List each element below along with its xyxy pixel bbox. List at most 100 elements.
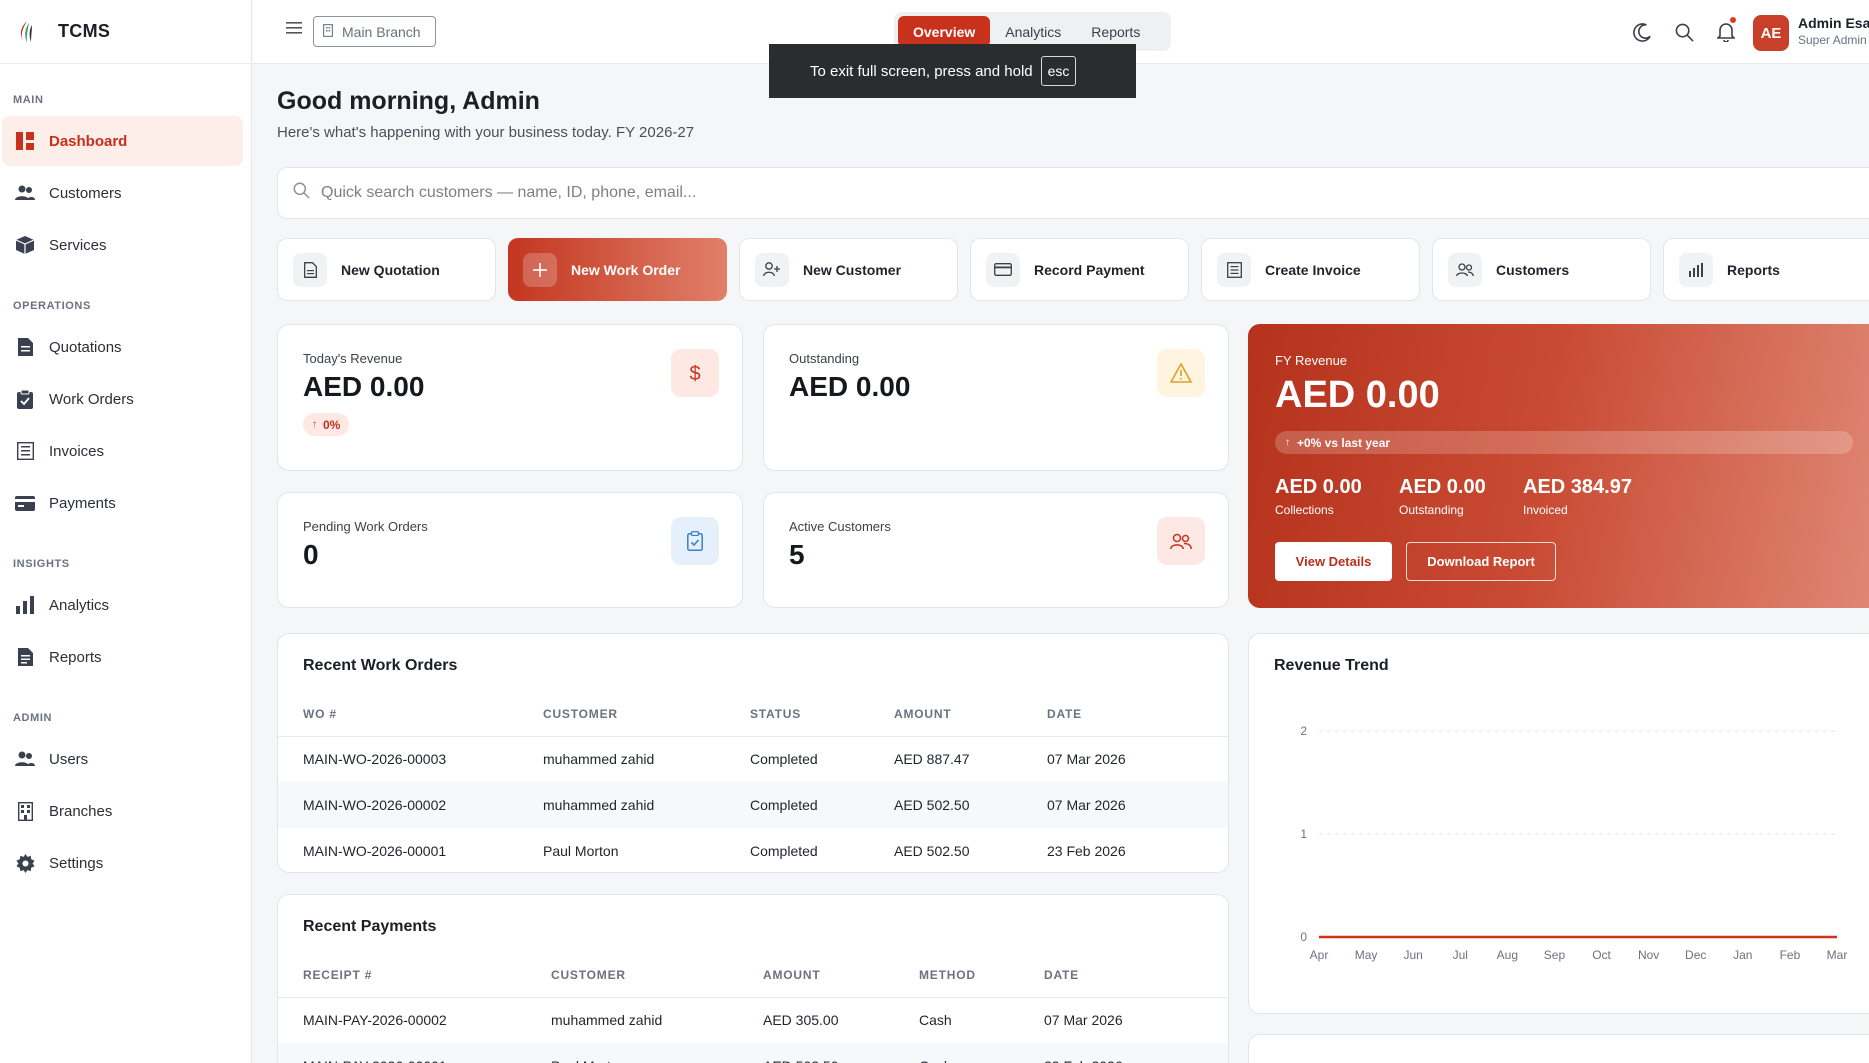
table-row[interactable]: MAIN-WO-2026-00003 muhammed zahid Comple… xyxy=(278,736,1228,782)
sidebar-item-settings[interactable]: Settings xyxy=(2,838,243,888)
sidebar-item-customers[interactable]: Customers xyxy=(2,168,243,218)
column-header[interactable]: STATUS xyxy=(750,692,894,737)
gear-icon xyxy=(14,852,36,874)
sidebar-item-analytics[interactable]: Analytics xyxy=(2,580,243,630)
qa-label: Record Payment xyxy=(1034,261,1145,278)
wo-date: 23 Feb 2026 xyxy=(1047,843,1126,859)
fy-label: FY Revenue xyxy=(1275,353,1348,368)
pay-amount: AED 305.00 xyxy=(763,1012,839,1029)
x-tick-label: Nov xyxy=(1638,948,1659,962)
toast-text: To exit full screen, press and hold xyxy=(810,62,1033,80)
column-header[interactable]: METHOD xyxy=(919,953,1044,998)
tab-overview[interactable]: Overview xyxy=(898,16,991,47)
bell-icon[interactable] xyxy=(1714,17,1738,44)
pay-customer: Paul Morton xyxy=(551,1043,763,1063)
sidebar-item-label: Settings xyxy=(49,854,104,872)
card-icon xyxy=(986,252,1020,287)
wo-number: MAIN-WO-2026-00002 xyxy=(278,782,543,828)
sidebar-item-label: Invoices xyxy=(49,442,105,460)
user-role: Super Admin xyxy=(1798,33,1867,47)
avatar[interactable]: AE xyxy=(1753,15,1789,51)
revenue-trend-card: Revenue Trend 0 1 2 Apr May Jun Jul Aug Sep Oct No… xyxy=(1248,633,1869,1014)
column-header[interactable]: RECEIPT # xyxy=(278,953,551,998)
sidebar-item-reports[interactable]: Reports xyxy=(2,632,243,682)
table-row[interactable]: MAIN-WO-2026-00002 muhammed zahid Comple… xyxy=(278,782,1228,828)
customers-button[interactable]: Customers xyxy=(1432,238,1651,301)
search-icon[interactable] xyxy=(1672,20,1696,44)
fy-sub-label: Collections xyxy=(1275,503,1334,517)
work-orders-table: WO # CUSTOMER STATUS AMOUNT DATE MAIN-WO… xyxy=(278,692,1228,874)
fy-sub-label: Invoiced xyxy=(1523,503,1568,517)
user-name[interactable]: Admin Esa xyxy=(1798,15,1869,31)
table-header-row: RECEIPT # CUSTOMER AMOUNT METHOD DATE xyxy=(278,953,1228,998)
users-icon xyxy=(14,182,36,204)
recent-work-orders-title: Recent Work Orders xyxy=(303,657,458,674)
pay-method: Cash xyxy=(919,1012,952,1029)
reports-button[interactable]: Reports xyxy=(1663,238,1869,301)
qa-label: New Quotation xyxy=(341,261,440,278)
recent-work-orders-card: Recent Work Orders WO # CUSTOMER STATUS … xyxy=(277,633,1229,873)
stat-label: Pending Work Orders xyxy=(303,519,428,534)
table-row[interactable]: MAIN-WO-2026-00001 Paul Morton Completed… xyxy=(278,828,1228,874)
arrow-up-icon: ↑ xyxy=(1285,437,1290,448)
column-header[interactable]: AMOUNT xyxy=(763,953,919,998)
sidebar-item-label: Work Orders xyxy=(49,390,134,408)
moon-icon[interactable] xyxy=(1630,20,1654,44)
column-header[interactable]: DATE xyxy=(1047,692,1228,737)
view-details-button[interactable]: View Details xyxy=(1275,542,1392,581)
sidebar-item-label: Analytics xyxy=(49,596,110,614)
search-input[interactable] xyxy=(321,184,1021,202)
tab-analytics[interactable]: Analytics xyxy=(990,16,1076,47)
clipboard-icon xyxy=(14,388,36,410)
document-icon xyxy=(14,336,36,358)
column-header[interactable]: DATE xyxy=(1044,953,1228,998)
receipt-icon xyxy=(14,440,36,462)
bar-chart-icon xyxy=(14,594,36,616)
sidebar-item-services[interactable]: Services xyxy=(2,220,243,270)
download-report-button[interactable]: Download Report xyxy=(1406,542,1556,581)
column-header[interactable]: WO # xyxy=(278,692,543,737)
create-invoice-button[interactable]: Create Invoice xyxy=(1201,238,1420,301)
sidebar-item-label: Payments xyxy=(49,494,116,512)
new-quotation-button[interactable]: New Quotation xyxy=(277,238,496,301)
x-tick-label: Mar xyxy=(1827,948,1848,962)
document-icon xyxy=(293,252,327,287)
fy-sub-value: AED 0.00 xyxy=(1275,476,1362,498)
page-title: Good morning, Admin xyxy=(277,87,540,115)
new-customer-button[interactable]: New Customer xyxy=(739,238,958,301)
x-tick-label: Jan xyxy=(1733,948,1752,962)
users-icon xyxy=(1157,517,1205,565)
wo-date: 07 Mar 2026 xyxy=(1047,782,1228,828)
brand-name: TCMS xyxy=(58,21,111,41)
sidebar-item-quotations[interactable]: Quotations xyxy=(2,322,243,372)
tab-reports[interactable]: Reports xyxy=(1076,16,1155,47)
column-header[interactable]: AMOUNT xyxy=(894,692,1047,737)
menu-icon[interactable] xyxy=(286,21,306,41)
brand[interactable]: TCMS xyxy=(0,0,251,64)
table-row[interactable]: MAIN-PAY-2026-00002 muhammed zahid AED 3… xyxy=(278,997,1228,1043)
wo-customer: muhammed zahid xyxy=(543,782,750,828)
page-subtitle: Here's what's happening with your busine… xyxy=(277,124,695,141)
sidebar-item-dashboard[interactable]: Dashboard xyxy=(2,116,243,166)
branch-selector[interactable]: Main Branch xyxy=(313,16,436,47)
next-card xyxy=(1248,1034,1869,1063)
table-row[interactable]: MAIN-PAY-2026-00001 Paul Morton AED 502.… xyxy=(278,1043,1228,1063)
column-header[interactable]: CUSTOMER xyxy=(551,953,763,998)
sidebar-item-payments[interactable]: Payments xyxy=(2,478,243,528)
new-work-order-button[interactable]: New Work Order xyxy=(508,238,727,301)
sidebar-item-branches[interactable]: Branches xyxy=(2,786,243,836)
sidebar-item-label: Services xyxy=(49,236,107,254)
search-icon xyxy=(293,182,310,204)
sidebar-item-work-orders[interactable]: Work Orders xyxy=(2,374,243,424)
branch-label: Main Branch xyxy=(342,23,421,40)
column-header[interactable]: CUSTOMER xyxy=(543,692,750,737)
sidebar-item-invoices[interactable]: Invoices xyxy=(2,426,243,476)
table-header-row: WO # CUSTOMER STATUS AMOUNT DATE xyxy=(278,692,1228,737)
wo-customer: muhammed zahid xyxy=(543,751,655,768)
todays-revenue-card: Today's Revenue AED 0.00 ↑ 0% $ xyxy=(277,324,743,471)
record-payment-button[interactable]: Record Payment xyxy=(970,238,1189,301)
sidebar-item-users[interactable]: Users xyxy=(2,734,243,784)
sidebar-item-label: Quotations xyxy=(49,338,122,356)
fy-sub-label: Outstanding xyxy=(1399,503,1464,517)
dashboard-icon xyxy=(14,130,36,152)
